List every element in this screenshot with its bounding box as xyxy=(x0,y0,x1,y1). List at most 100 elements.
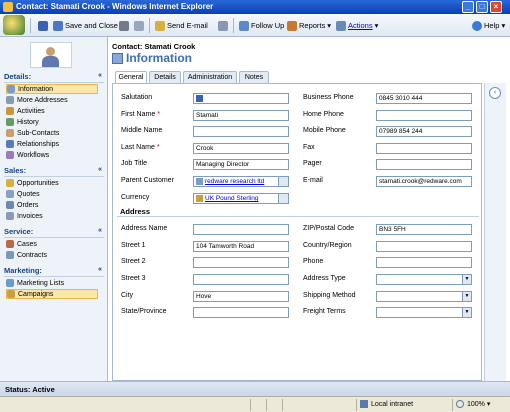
last-name-field[interactable]: Crook xyxy=(193,143,289,154)
pager-field[interactable] xyxy=(376,159,472,170)
country-field[interactable] xyxy=(376,241,472,252)
lookup-icon[interactable] xyxy=(278,194,288,203)
send-email-button[interactable]: Send E-mail xyxy=(155,19,208,32)
nav-item-workflows[interactable]: Workflows xyxy=(6,150,98,160)
attach-button[interactable] xyxy=(218,19,228,32)
expand-panel-icon[interactable]: ‹ xyxy=(489,87,501,99)
currency-link[interactable]: UK Pound Sterling xyxy=(205,195,258,202)
nav-label: Activities xyxy=(17,107,45,115)
freight-terms-select[interactable]: ▼ xyxy=(376,307,472,318)
contracts-icon xyxy=(6,251,14,259)
window-titlebar: Contact: Stamati Crook - Windows Interne… xyxy=(0,0,510,14)
close-button[interactable]: × xyxy=(490,1,502,13)
nav-label: Sub-Contacts xyxy=(17,129,60,137)
fax-field[interactable] xyxy=(376,143,472,154)
print-button[interactable] xyxy=(119,19,129,32)
currency-lookup[interactable]: UK Pound Sterling xyxy=(193,193,289,204)
nav-item-quotes[interactable]: Quotes xyxy=(6,189,98,199)
city-label: City xyxy=(121,292,134,299)
parent-customer-link[interactable]: redware research ltd xyxy=(205,178,264,185)
nav-item-contracts[interactable]: Contracts xyxy=(6,250,98,260)
address-name-field[interactable] xyxy=(193,224,289,235)
address-type-select[interactable]: ▼ xyxy=(376,274,472,285)
follow-up-button[interactable]: Follow Up xyxy=(239,19,284,32)
zoom-control[interactable]: 100% ▾ xyxy=(452,399,507,411)
crm-logo-icon xyxy=(3,15,25,35)
parent-customer-label: Parent Customer xyxy=(121,177,174,184)
chevron-down-icon[interactable]: ▼ xyxy=(462,308,471,317)
opportunities-icon xyxy=(6,179,14,187)
collapse-icon[interactable]: « xyxy=(98,266,102,273)
street1-label: Street 1 xyxy=(121,242,146,249)
nav-label: Workflows xyxy=(17,151,50,159)
nav-item-opportunities[interactable]: Opportunities xyxy=(6,178,98,188)
sub-contacts-icon xyxy=(6,129,14,137)
nav-item-campaigns[interactable]: Campaigns xyxy=(6,289,98,299)
reports-menu[interactable]: Reports ▾ xyxy=(287,19,331,32)
nav-section-marketing[interactable]: Marketing: « xyxy=(4,266,104,277)
save-close-button[interactable]: Save and Close xyxy=(53,19,118,32)
copy-button[interactable] xyxy=(134,19,144,32)
tab-administration[interactable]: Administration xyxy=(183,71,237,83)
nav-item-marketing-lists[interactable]: Marketing Lists xyxy=(6,278,98,288)
nav-section-details[interactable]: Details: « xyxy=(4,72,104,83)
maximize-button[interactable]: □ xyxy=(476,1,488,13)
chevron-down-icon[interactable]: ▼ xyxy=(462,292,471,301)
section-divider xyxy=(117,216,479,217)
send-email-label: Send E-mail xyxy=(167,21,208,30)
collapse-icon[interactable]: « xyxy=(98,227,102,234)
nav-section-sales[interactable]: Sales: « xyxy=(4,166,104,177)
freight-terms-label: Freight Terms xyxy=(303,308,346,315)
required-marker: * xyxy=(156,144,160,151)
email-field[interactable]: stamati.crook@redware.com xyxy=(376,176,472,187)
sales-title: Sales: xyxy=(4,166,27,175)
street3-field[interactable] xyxy=(193,274,289,285)
nav-item-information[interactable]: Information xyxy=(6,84,98,94)
tab-details[interactable]: Details xyxy=(149,71,181,83)
right-rail: ‹ xyxy=(484,83,506,381)
nav-item-more-addresses[interactable]: More Addresses xyxy=(6,95,98,105)
nav-item-relationships[interactable]: Relationships xyxy=(6,139,98,149)
salutation-field[interactable] xyxy=(193,93,289,104)
nav-item-cases[interactable]: Cases xyxy=(6,239,98,249)
help-menu[interactable]: Help ▾ xyxy=(472,19,505,32)
street1-field[interactable]: 104 Tamworth Road xyxy=(193,241,289,252)
phone-label: Phone xyxy=(303,258,324,265)
middle-name-field[interactable] xyxy=(193,126,289,137)
lookup-icon[interactable] xyxy=(278,177,288,186)
city-field[interactable]: Hove xyxy=(193,291,289,302)
parent-customer-lookup[interactable]: redware research ltd xyxy=(193,176,289,187)
minimize-button[interactable]: _ xyxy=(462,1,474,13)
business-phone-label: Business Phone xyxy=(303,94,354,101)
business-phone-field[interactable]: 0845 3010 444 xyxy=(376,93,472,104)
state-field[interactable] xyxy=(193,307,289,318)
tab-notes[interactable]: Notes xyxy=(239,71,269,83)
actions-menu[interactable]: Actions ▾ xyxy=(336,19,378,32)
nav-item-sub-contacts[interactable]: Sub-Contacts xyxy=(6,128,98,138)
shipping-method-select[interactable]: ▼ xyxy=(376,291,472,302)
nav-item-history[interactable]: History xyxy=(6,117,98,127)
collapse-icon[interactable]: « xyxy=(98,72,102,79)
street2-field[interactable] xyxy=(193,257,289,268)
nav-item-invoices[interactable]: Invoices xyxy=(6,211,98,221)
information-icon xyxy=(112,53,123,64)
currency-icon xyxy=(196,194,203,202)
nav-section-service[interactable]: Service: « xyxy=(4,227,104,238)
chevron-down-icon[interactable]: ▼ xyxy=(462,275,471,284)
nav-item-activities[interactable]: Activities xyxy=(6,106,98,116)
phone-field[interactable] xyxy=(376,257,472,268)
mobile-phone-field[interactable]: 07989 854 244 xyxy=(376,126,472,137)
save-button[interactable] xyxy=(38,19,48,32)
nav-label: Opportunities xyxy=(17,179,59,187)
first-name-field[interactable]: Stamati xyxy=(193,110,289,121)
addresses-icon xyxy=(6,96,14,104)
chevron-down-icon: ▾ xyxy=(501,21,506,30)
collapse-icon[interactable]: « xyxy=(98,166,102,173)
job-title-field[interactable]: Managing Director xyxy=(193,159,289,170)
zip-label: ZIP/Postal Code xyxy=(303,225,354,232)
zip-field[interactable]: BN3 5FH xyxy=(376,224,472,235)
help-icon xyxy=(472,20,482,31)
invoices-icon xyxy=(6,212,14,220)
nav-item-orders[interactable]: Orders xyxy=(6,200,98,210)
home-phone-field[interactable] xyxy=(376,110,472,121)
